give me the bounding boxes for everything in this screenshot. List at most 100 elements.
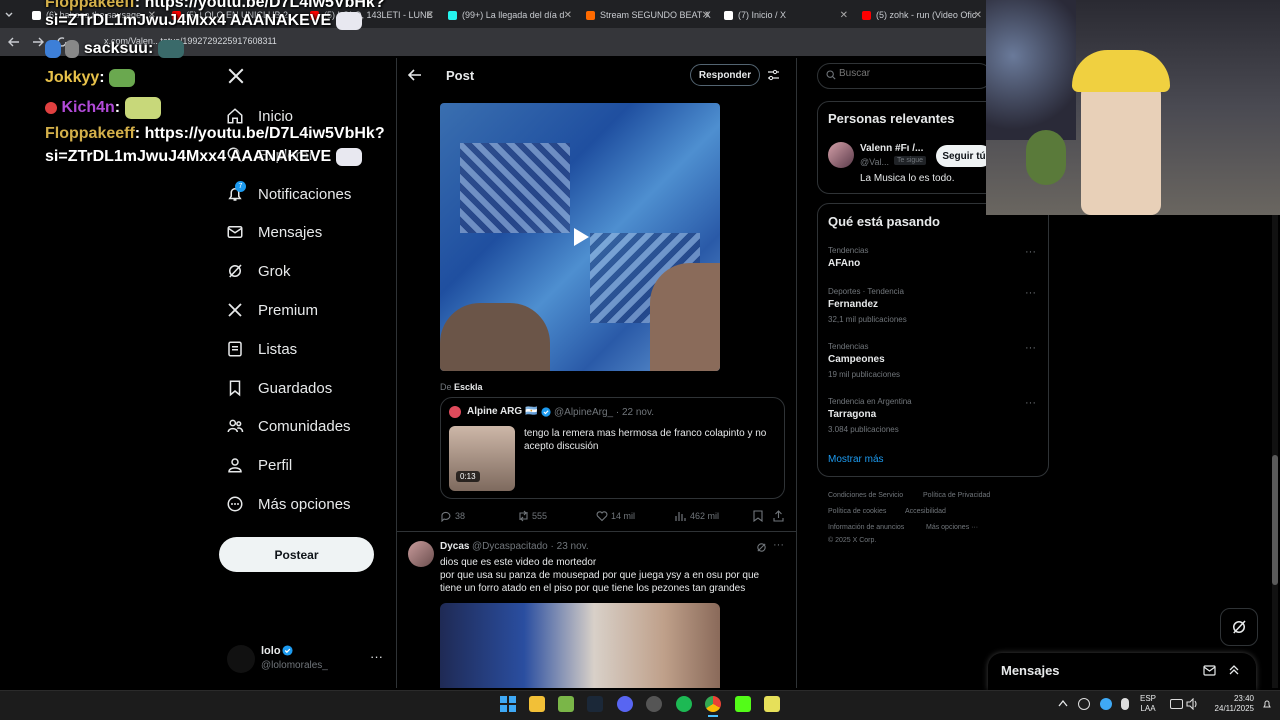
spotify-icon[interactable] [676, 696, 692, 712]
grok-button[interactable] [1220, 608, 1258, 646]
notifications-icon[interactable] [1262, 699, 1272, 709]
chrome-icon[interactable] [705, 696, 721, 712]
windows-start-icon[interactable] [500, 696, 516, 712]
browser-tab[interactable]: (99+) La llegada del día d ✕ [448, 4, 576, 26]
obs-icon[interactable] [646, 696, 662, 712]
footer-link[interactable]: Condiciones de Servicio [828, 492, 903, 499]
trend-name[interactable]: AFAno [828, 258, 860, 269]
trend-name[interactable]: Tarragona [828, 409, 876, 420]
filter-icon[interactable] [767, 69, 780, 81]
nav-item-listas[interactable]: Listas [226, 334, 297, 364]
avatar[interactable] [408, 541, 434, 567]
nav-item-comunidades[interactable]: Comunidades [226, 411, 351, 441]
x-logo-icon[interactable] [227, 67, 245, 85]
back-arrow-icon[interactable] [8, 37, 20, 47]
reply-author-name[interactable]: Dycas [440, 541, 469, 552]
notepad-icon[interactable] [764, 696, 780, 712]
close-tab-icon[interactable]: ✕ [840, 10, 848, 21]
post-video[interactable] [440, 103, 720, 371]
new-message-icon[interactable] [1203, 664, 1216, 676]
webcam-overlay [986, 0, 1280, 215]
trend-menu-icon[interactable]: ··· [1025, 287, 1036, 299]
nav-item-grok[interactable]: Grok [226, 256, 291, 286]
tab-list-button[interactable] [4, 4, 24, 26]
language-indicator[interactable]: ESP LAA [1140, 694, 1156, 714]
monitor-icon[interactable] [1170, 699, 1183, 709]
post-menu-icon[interactable]: ··· [773, 539, 784, 551]
quoted-thumbnail[interactable]: 0:13 [449, 426, 515, 491]
sync-icon[interactable] [1078, 698, 1090, 710]
panel-title: Qué está pasando [828, 214, 940, 229]
reply-button[interactable]: Responder [690, 64, 760, 86]
chat-username: Floppakeeff [45, 0, 135, 11]
footer-link[interactable]: Información de anuncios [828, 524, 904, 531]
close-tab-icon[interactable]: ✕ [564, 10, 572, 21]
close-tab-icon[interactable]: ✕ [426, 10, 434, 21]
trend-name[interactable]: Fernandez [828, 299, 878, 310]
scrollbar-thumb[interactable] [1272, 455, 1278, 585]
chevron-up-icon[interactable] [1058, 699, 1068, 707]
chat-username: Jokkyy [45, 69, 100, 87]
emote-icon [335, 148, 362, 166]
reply-icon[interactable] [440, 510, 452, 522]
bookmark-icon[interactable] [753, 510, 763, 522]
nav-label: Listas [258, 340, 298, 358]
account-menu-icon[interactable]: ··· [370, 649, 383, 664]
trend-menu-icon[interactable]: ··· [1025, 397, 1036, 409]
nav-item-mensajes[interactable]: Mensajes [226, 217, 322, 247]
back-arrow-icon[interactable] [408, 69, 422, 81]
footer-link[interactable]: Política de Privacidad [923, 492, 990, 499]
badge-icon [65, 40, 80, 58]
microphone-icon[interactable] [1121, 698, 1129, 710]
reply-media[interactable] [440, 603, 720, 688]
chat-line: si=ZTrDL1mJwuJ4Mxx4 AAANAKEVE [45, 148, 362, 166]
bookmark-icon [229, 380, 241, 397]
footer-link[interactable]: Más opciones ··· [926, 524, 978, 531]
clock[interactable]: 23:40 24/11/2025 [1204, 694, 1254, 714]
nav-item-guardados[interactable]: Guardados [226, 373, 332, 403]
nav-item-perfil[interactable]: Perfil [226, 450, 292, 480]
trend-menu-icon[interactable]: ··· [1025, 342, 1036, 354]
browser-tab[interactable]: (7) Inicio / X ✕ [724, 4, 852, 26]
browser-tab[interactable]: (5) zohk - run (Video Ofic ✕ [862, 4, 986, 26]
play-icon[interactable] [566, 223, 594, 251]
relevant-handle: @Val... [860, 157, 889, 167]
avatar[interactable] [828, 142, 854, 168]
share-icon[interactable] [773, 510, 784, 522]
nav-label: Notificaciones [258, 185, 352, 203]
language-code: ESP [1140, 694, 1157, 703]
nav-item-mas-opciones[interactable]: Más opciones [226, 489, 351, 519]
trend-name[interactable]: Campeones [828, 354, 885, 365]
like-icon[interactable] [596, 510, 608, 522]
avatar[interactable] [227, 645, 255, 673]
source-name[interactable]: Esckla [454, 382, 483, 392]
messages-title: Mensajes [1001, 663, 1060, 678]
browser-tab[interactable]: Stream SEGUNDO BEAT X ✕ [586, 4, 714, 26]
discord-icon[interactable] [617, 696, 633, 712]
tab-title: Stream SEGUNDO BEAT X [600, 10, 711, 20]
relevant-name[interactable]: Valenn #Fı /... [860, 143, 923, 154]
forward-arrow-icon[interactable] [32, 37, 44, 47]
steam-icon[interactable] [587, 696, 603, 712]
speaker-icon[interactable] [1186, 698, 1199, 710]
views-icon[interactable] [675, 510, 686, 522]
post-button[interactable]: Postear [219, 537, 374, 572]
footer-link[interactable]: Política de cookies [828, 508, 886, 515]
video-source: De Esckla [440, 382, 483, 392]
repost-icon[interactable] [517, 510, 530, 522]
grok-icon[interactable] [756, 542, 767, 553]
chevron-up-icon[interactable] [1228, 664, 1240, 676]
follow-button[interactable]: Seguir tú [936, 145, 992, 167]
nav-item-premium[interactable]: Premium [226, 295, 318, 325]
network-icon[interactable] [1100, 698, 1112, 710]
show-more-link[interactable]: Mostrar más [828, 454, 884, 465]
search-input[interactable] [839, 68, 979, 79]
kick-icon[interactable] [735, 696, 751, 712]
footer-link[interactable]: Accesibilidad [905, 508, 946, 515]
nav-item-notificaciones[interactable]: Notificaciones 7 [226, 179, 351, 209]
trend-menu-icon[interactable]: ··· [1025, 246, 1036, 258]
app-icon[interactable] [558, 696, 574, 712]
close-tab-icon[interactable]: ✕ [702, 10, 710, 21]
file-explorer-icon[interactable] [529, 696, 545, 712]
close-tab-icon[interactable]: ✕ [974, 10, 982, 21]
